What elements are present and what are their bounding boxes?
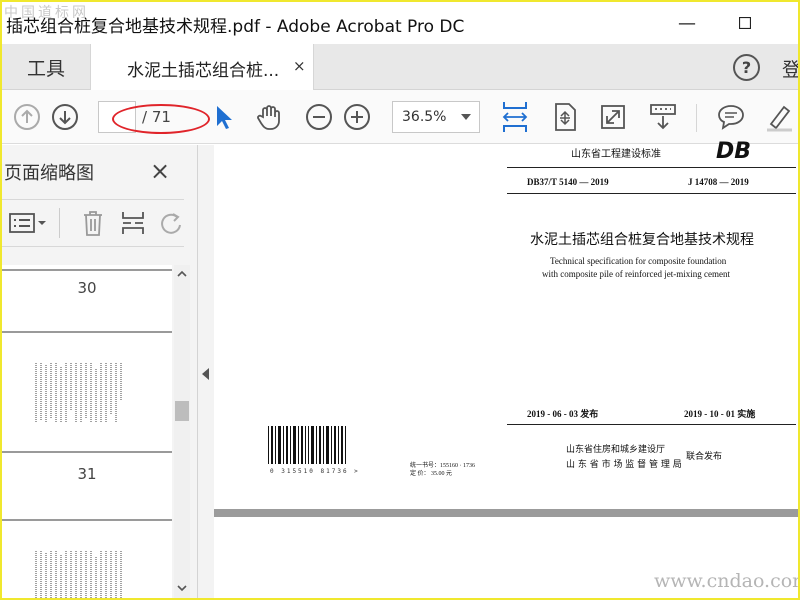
scroll-down-icon[interactable] [175, 581, 189, 595]
barcode-digits: 0 315510 81736 > [270, 468, 360, 475]
tab-bar: 工具 水泥土插芯组合桩... × ? 登 [2, 44, 798, 91]
standard-code-left: DB37/T 5140 — 2019 [527, 177, 609, 187]
document-title-en-1: Technical specification for composite fo… [550, 256, 727, 266]
title-bar: 插芯组合桩复合地基技术规程.pdf - Adobe Acrobat Pro DC… [2, 2, 798, 44]
effective-date: 2019 - 10 - 01 实施 [684, 409, 756, 419]
tab-document[interactable]: 水泥土插芯组合桩... × [90, 44, 314, 91]
document-title-en-2: with composite pile of reinforced jet-mi… [542, 269, 730, 279]
pane-toolbar [2, 199, 184, 247]
maximize-button[interactable] [730, 10, 760, 36]
main-toolbar: / 71 36.5% [2, 90, 798, 144]
prev-page-icon[interactable] [12, 102, 42, 132]
collapse-pane-icon[interactable] [202, 368, 209, 380]
fit-page-icon[interactable] [500, 102, 530, 132]
chevron-down-icon [461, 114, 471, 120]
isbn-barcode [268, 426, 348, 470]
thumbnail-page-31[interactable] [32, 549, 128, 598]
date-rule [507, 424, 796, 425]
thumbnail-separator [2, 269, 172, 271]
tab-document-label: 水泥土插芯组合桩... [127, 61, 280, 81]
header-rule [507, 167, 796, 168]
joint-issue-label: 联合发布 [686, 452, 723, 462]
issuer-2: 山 东 省 市 场 监 督 管 理 局 [566, 460, 682, 470]
insert-page-icon[interactable] [118, 208, 148, 238]
watermark-top: 中国道标网 [4, 5, 89, 21]
thumbnail-text-lines [35, 363, 122, 423]
pane-toolbar-separator [58, 208, 60, 238]
options-menu-icon[interactable] [8, 208, 48, 238]
thumbnail-page-number: 30 [77, 279, 97, 297]
price: 定 价： 35.00 元 [410, 471, 453, 477]
pane-close-icon[interactable]: × [150, 157, 170, 185]
comment-icon[interactable] [716, 102, 746, 132]
zoom-select[interactable]: 36.5% [392, 101, 480, 133]
scroll-mode-icon[interactable] [550, 102, 580, 132]
thumbnail-list[interactable]: 30 31 [2, 265, 172, 598]
help-icon[interactable]: ? [733, 54, 760, 81]
db-logo: DB [716, 139, 752, 164]
thumbnail-scrollbar[interactable] [174, 265, 190, 598]
thumbnail-page-30[interactable] [32, 361, 128, 425]
header-standard: 山东省工程建设标准 [571, 149, 661, 160]
zoom-in-icon[interactable] [342, 102, 372, 132]
document-title-cn: 水泥土插芯组合桩复合地基技术规程 [530, 232, 754, 248]
acrobat-window: 插芯组合桩复合地基技术规程.pdf - Adobe Acrobat Pro DC… [2, 2, 798, 598]
thumbnail-separator [2, 451, 172, 453]
issuer-1: 山东省住房和城乡建设厅 [566, 445, 666, 455]
scrollbar-thumb[interactable] [175, 401, 189, 421]
code-rule [507, 193, 796, 194]
zoom-value: 36.5% [402, 109, 447, 125]
rotate-page-icon[interactable] [156, 208, 186, 238]
scroll-up-icon[interactable] [175, 267, 189, 281]
tab-tools[interactable]: 工具 [2, 44, 90, 90]
read-mode-icon[interactable] [648, 102, 678, 132]
minimize-button[interactable]: — [672, 10, 702, 36]
thumbnail-separator [2, 331, 172, 333]
thumbnail-text-lines [35, 551, 122, 598]
annotation-red-ellipse [112, 104, 210, 134]
thumbnail-separator [2, 519, 172, 521]
standard-code-right: J 14708 — 2019 [688, 177, 749, 187]
select-cursor-icon[interactable] [208, 102, 238, 132]
zoom-out-icon[interactable] [304, 102, 334, 132]
hand-tool-icon[interactable] [254, 102, 284, 132]
full-screen-icon[interactable] [598, 102, 628, 132]
thumbnail-page-number: 31 [77, 465, 97, 483]
page-gap [214, 509, 798, 517]
delete-page-icon[interactable] [78, 208, 108, 238]
highlight-icon[interactable] [764, 102, 794, 132]
pane-title: 页面缩略图 [4, 163, 94, 184]
publish-date: 2019 - 06 - 03 发布 [527, 409, 599, 419]
next-page-icon[interactable] [50, 102, 80, 132]
watermark-bottom: www.cndao.com [654, 570, 798, 592]
sign-in-button[interactable]: 登 [782, 55, 798, 82]
maximize-icon [739, 17, 751, 29]
toolbar-separator [696, 104, 697, 132]
tab-close-icon[interactable]: × [293, 57, 306, 75]
thumbnail-pane: 页面缩略图 × 30 31 [2, 145, 198, 598]
document-view[interactable]: 山东省工程建设标准 DB DB37/T 5140 — 2019 J 14708 … [214, 139, 798, 598]
